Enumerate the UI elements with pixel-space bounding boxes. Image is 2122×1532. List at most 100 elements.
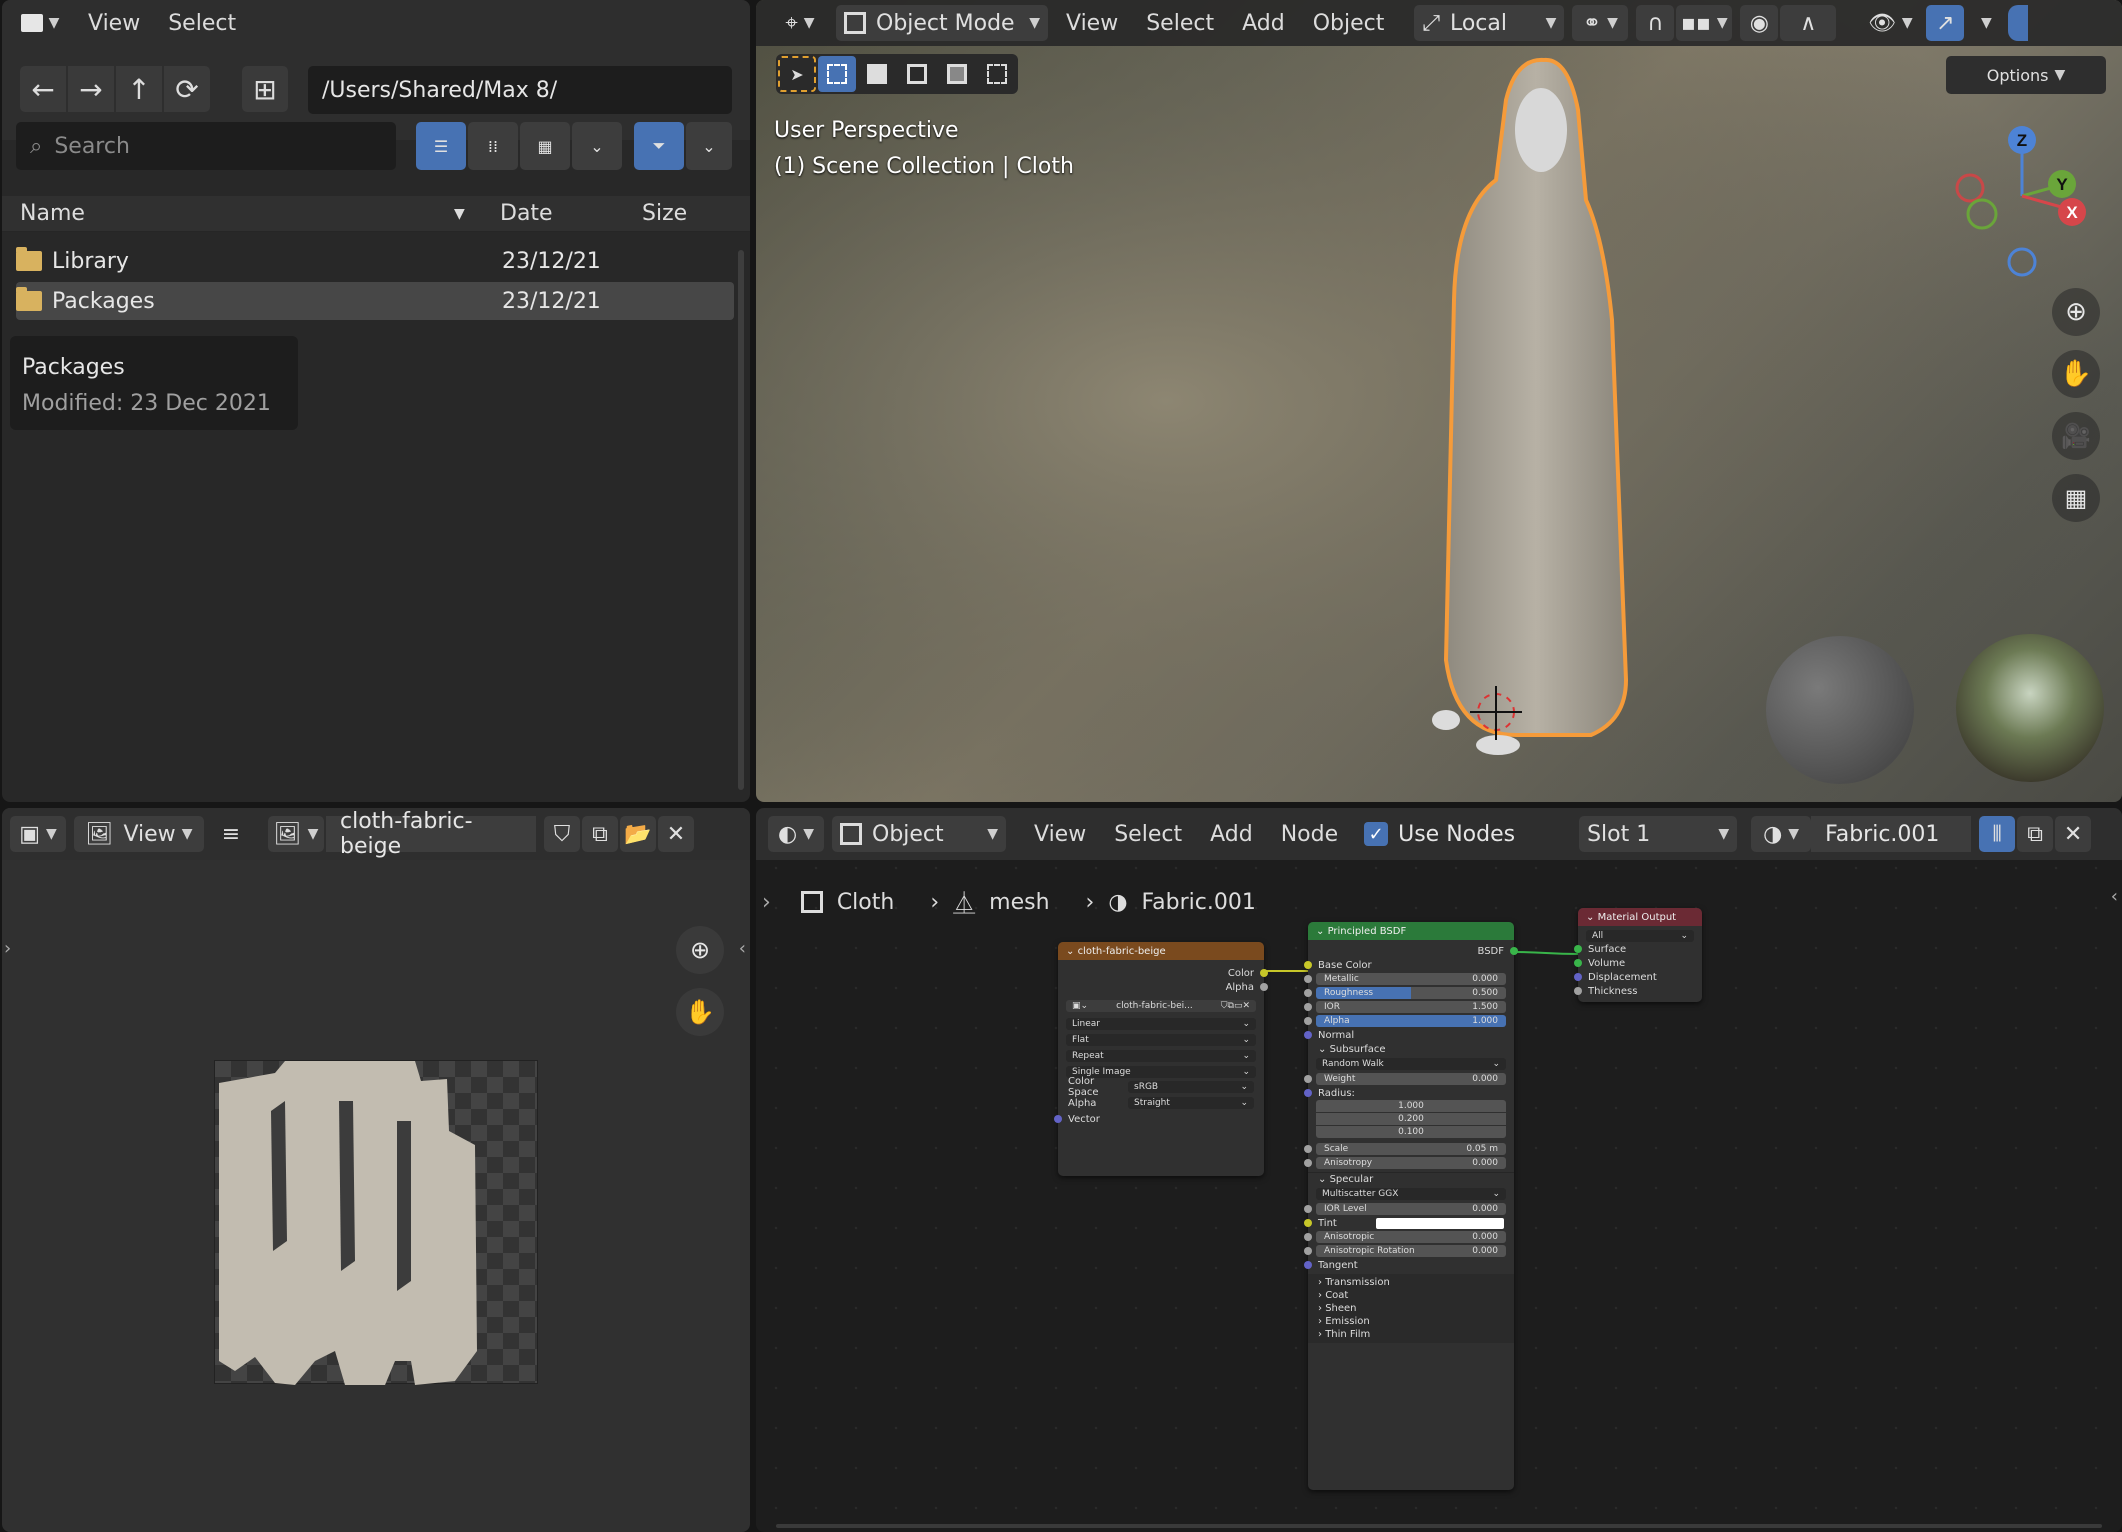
select-new-button[interactable] [818,56,856,92]
fake-user-button[interactable]: ⫴ [1979,816,2016,852]
alpha-field[interactable]: Alpha 1.000 [1316,1015,1506,1027]
panel-subsurface[interactable]: ⌄ Subsurface [1308,1042,1514,1056]
fake-user-button[interactable]: ⛉ [544,816,580,852]
menu-select[interactable]: Select [1136,11,1224,36]
socket-bsdf[interactable] [1510,947,1518,955]
snap-toggle[interactable]: ∩ [1636,5,1675,41]
alpha-mode-dropdown[interactable]: Straight ⌄ [1128,1097,1254,1109]
socket-surface[interactable] [1574,945,1582,953]
socket-thickness[interactable] [1574,987,1582,995]
menu-view[interactable]: View [78,11,150,36]
overlay-toggle[interactable] [2008,5,2029,41]
filter-toggle-button[interactable]: ⏷ [634,122,684,170]
slot-dropdown[interactable]: Slot 1 ▼ [1579,816,1738,852]
menu-select[interactable]: Select [1104,822,1192,847]
duplicate-material-button[interactable]: ⧉ [2017,816,2054,852]
menu-view[interactable]: View [1056,11,1128,36]
socket-alpha[interactable] [1304,1017,1312,1025]
socket-roughness[interactable] [1304,989,1312,997]
socket-base-color[interactable] [1304,961,1312,969]
hamburger-menu-button[interactable]: ≡ [212,816,250,852]
subsurface-method-dropdown[interactable]: Random Walk ⌄ [1316,1058,1506,1070]
filter-options-dropdown[interactable]: ⌄ [686,122,732,170]
ior-level-field[interactable]: IOR Level 0.000 [1316,1203,1506,1215]
duplicate-image-button[interactable]: ⧉ [582,816,618,852]
roughness-field[interactable]: Roughness 0.500 [1316,987,1506,999]
menu-object[interactable]: Object [1303,11,1395,36]
vertical-list-button[interactable]: ☰ [416,122,466,170]
sidebar-toggle-left[interactable]: › [762,890,771,915]
select-invert-button[interactable] [938,56,976,92]
socket-tangent[interactable] [1304,1261,1312,1269]
socket-ior[interactable] [1304,1003,1312,1011]
sidebar-toggle-right[interactable]: ‹ [2111,886,2118,907]
forward-button[interactable]: → [68,66,114,112]
socket-weight[interactable] [1304,1075,1312,1083]
search-input[interactable]: ⌕ Search [16,122,396,170]
open-image-button[interactable]: 📂 [620,816,656,852]
thumbnails-button[interactable]: ▦ [520,122,570,170]
socket-color[interactable] [1260,969,1268,977]
select-subtract-button[interactable] [898,56,936,92]
shader-type-dropdown[interactable]: Object ▼ [832,816,1006,852]
column-date[interactable]: Date [500,201,553,226]
file-row[interactable]: Library 23/12/21 [16,242,734,280]
select-extend-button[interactable] [858,56,896,92]
unlink-material-button[interactable]: ✕ [2055,816,2092,852]
gizmo-dropdown[interactable]: ▼ [1972,5,2000,41]
column-size[interactable]: Size [642,201,687,226]
menu-view[interactable]: View [1024,822,1096,847]
material-output-node[interactable]: ⌄ Material Output All ⌄ Surface Volume Di… [1574,908,1702,1002]
proportional-edit-toggle[interactable]: ◉ [1740,5,1779,41]
socket-anisotropy[interactable] [1304,1159,1312,1167]
mode-dropdown[interactable]: Object Mode ▼ [836,5,1048,41]
interpolation-dropdown[interactable]: Linear ⌄ [1066,1018,1256,1030]
color-space-dropdown[interactable]: sRGB ⌄ [1128,1081,1254,1093]
image-name-field[interactable]: cloth-fabric-beige [326,809,536,859]
anisotropy-field[interactable]: Anisotropy 0.000 [1316,1157,1506,1169]
pan-button[interactable]: ✋ [2052,350,2100,398]
radius-z-field[interactable]: 0.100 [1316,1126,1506,1138]
falloff-dropdown[interactable]: ∧ [1780,5,1837,41]
image-selector[interactable]: ▣⌄ cloth-fabric-bei... ⛉⧉▭✕ [1066,1000,1256,1012]
socket-normal[interactable] [1304,1031,1312,1039]
zoom-button[interactable]: ⊕ [2052,288,2100,336]
parent-dir-button[interactable]: ↑ [116,66,162,112]
panel-thin-film[interactable]: › Thin Film [1308,1328,1514,1341]
socket-volume[interactable] [1574,959,1582,967]
pivot-dropdown[interactable]: ⚭ ▼ [1572,5,1629,41]
display-options-dropdown[interactable]: ⌄ [572,122,622,170]
material-name-field[interactable]: Fabric.001 [1811,816,1972,852]
image-browse-dropdown[interactable]: 🖼 ▼ [268,816,324,852]
ior-field[interactable]: IOR 1.500 [1316,1001,1506,1013]
tint-color-swatch[interactable] [1376,1217,1504,1229]
menu-node[interactable]: Node [1271,822,1348,847]
anisotropic-field[interactable]: Anisotropic 0.000 [1316,1231,1506,1243]
options-dropdown[interactable]: Options ▼ [1946,56,2106,94]
column-name[interactable]: Name [20,201,85,226]
unlink-image-button[interactable]: ✕ [658,816,694,852]
editor-type-button[interactable]: ⌖ ▼ [772,5,828,41]
refresh-button[interactable]: ⟳ [164,66,210,112]
panel-transmission[interactable]: › Transmission [1308,1276,1514,1289]
texture-image[interactable] [214,1060,538,1385]
socket-anisotropic[interactable] [1304,1233,1312,1241]
socket-scale[interactable] [1304,1145,1312,1153]
zoom-button[interactable]: ⊕ [676,926,724,974]
menu-select[interactable]: Select [158,11,246,36]
socket-radius[interactable] [1304,1089,1312,1097]
sidebar-toggle-right[interactable]: ‹ [739,938,746,959]
socket-metallic[interactable] [1304,975,1312,983]
radius-y-field[interactable]: 0.200 [1316,1113,1506,1125]
pan-button[interactable]: ✋ [676,988,724,1036]
panel-sheen[interactable]: › Sheen [1308,1302,1514,1315]
panel-specular[interactable]: ⌄ Specular [1308,1172,1514,1186]
visibility-dropdown[interactable]: 👁 ▼ [1862,5,1918,41]
snap-options-dropdown[interactable]: ▪▪ ▼ [1676,5,1733,41]
horizontal-scrollbar[interactable] [776,1524,2102,1528]
socket-anisotropic-rotation[interactable] [1304,1247,1312,1255]
scrollbar[interactable] [738,250,744,790]
sidebar-toggle-left[interactable]: › [4,938,11,959]
specular-method-dropdown[interactable]: Multiscatter GGX ⌄ [1316,1188,1506,1200]
image-texture-node[interactable]: ⌄ cloth-fabric-beige Color Alpha ▣⌄ cloth… [1054,942,1268,1176]
